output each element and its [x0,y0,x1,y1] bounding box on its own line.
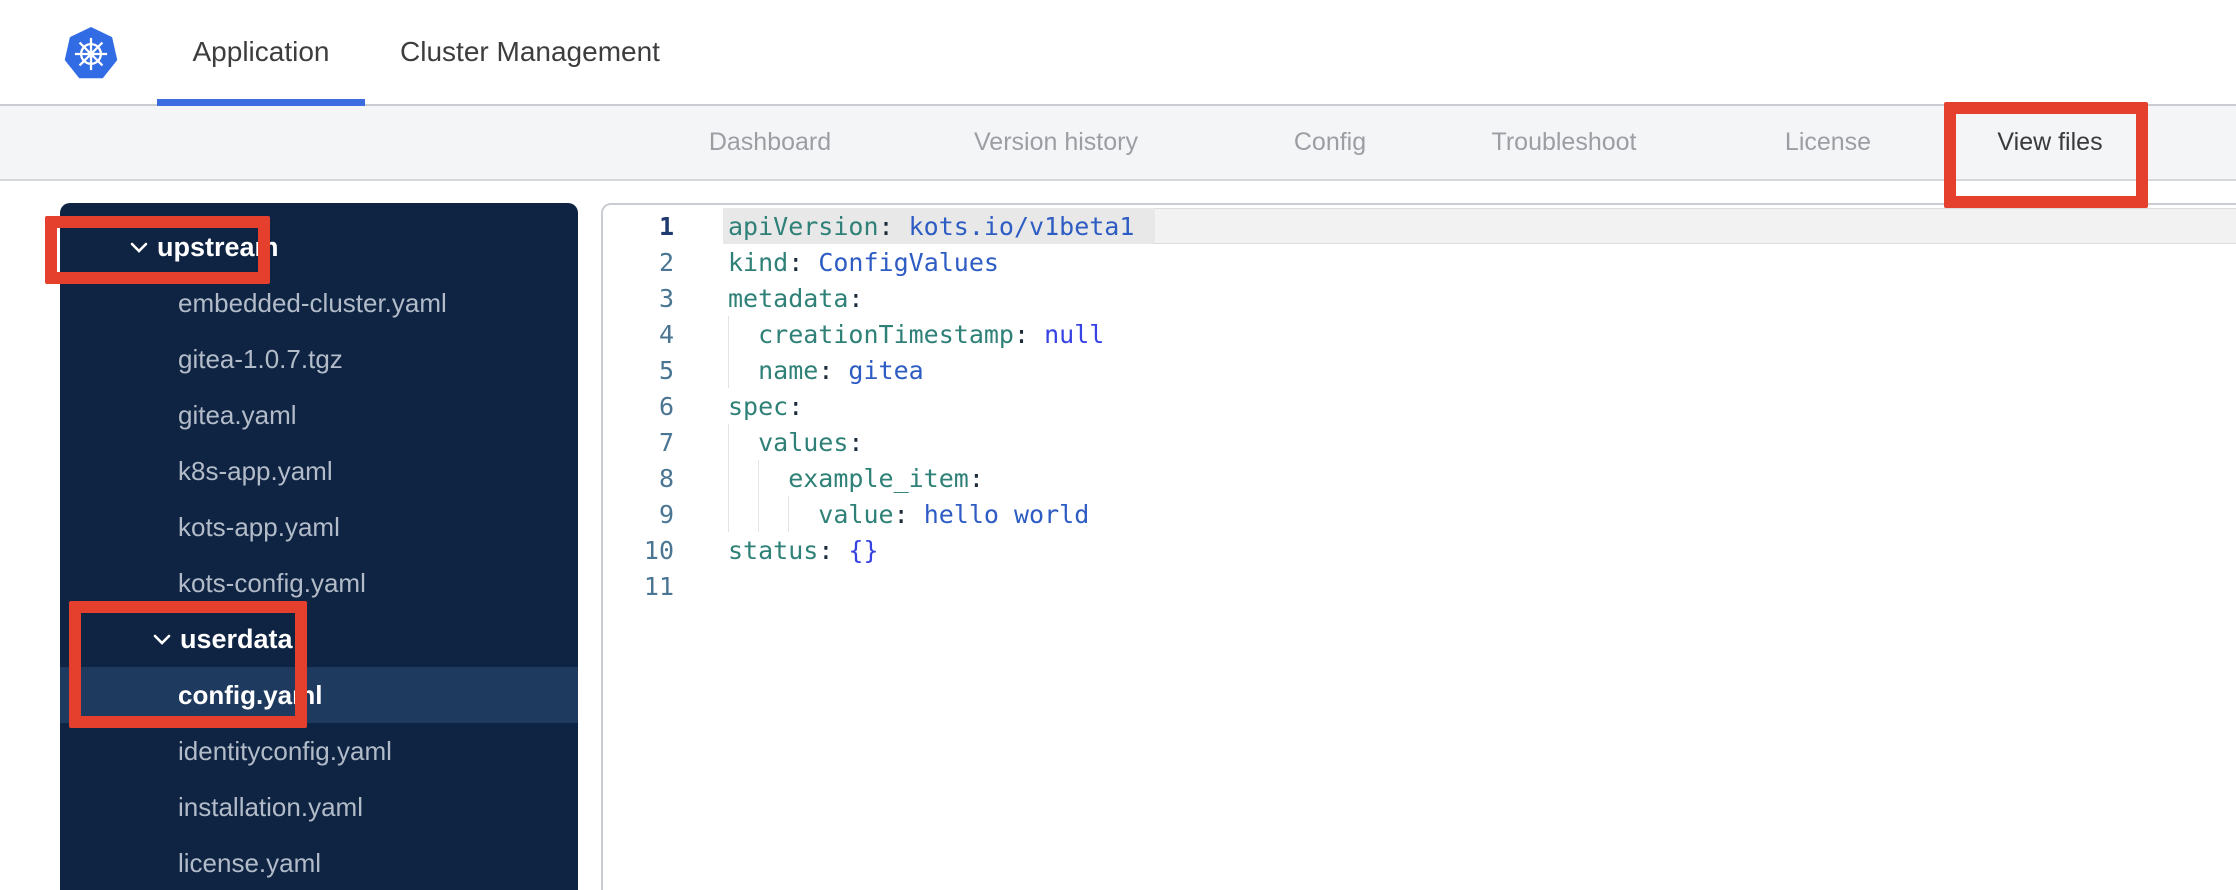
code-line-5: 5 name: gitea [603,352,2236,388]
tree-file-label: license.yaml [178,847,322,878]
tab-version-history-label: Version history [974,128,1138,156]
tree-file-kots-app[interactable]: kots-app.yaml [60,499,578,555]
kots-admin-console: Application Cluster Management Dashboard… [0,0,2236,890]
line-number: 5 [658,355,674,385]
yaml-colon: : [893,499,909,529]
yaml-colon: : [878,211,894,241]
tree-folder-userdata[interactable]: userdata [60,611,578,667]
yaml-colon: : [848,283,864,313]
tree-file-license[interactable]: license.yaml [60,835,578,890]
code-line-1: 1 apiVersion: kots.io/v1beta1 [603,208,2236,244]
top-tab-cluster-management-label: Cluster Management [400,36,660,67]
line-number: 8 [658,463,674,493]
top-tab-cluster-management[interactable]: Cluster Management [382,0,678,104]
line-number: 6 [658,391,674,421]
tree-file-label: config.yaml [178,679,323,710]
yaml-value: gitea [833,355,924,385]
code-line-6: 6 spec: [603,388,2236,424]
yaml-value: kots.io/v1beta1 [893,211,1135,241]
tree-file-label: embedded-cluster.yaml [178,287,447,318]
tab-view-files-label: View files [1997,128,2103,156]
tree-file-label: gitea-1.0.7.tgz [178,343,343,374]
code-line-4: 4 creationTimestamp: null [603,316,2236,352]
line-number: 3 [658,283,674,313]
line-number: 10 [643,535,674,565]
tree-file-label: gitea.yaml [178,399,297,430]
tree-folder-upstream[interactable]: upstream [60,219,578,275]
tree-file-label: kots-config.yaml [178,567,366,598]
code-line-2: 2 kind: ConfigValues [603,244,2236,280]
yaml-key: kind [728,247,789,277]
yaml-key: value [728,499,894,529]
yaml-file-viewer[interactable]: 1 apiVersion: kots.io/v1beta1 2 kind: Co… [601,203,2236,890]
tab-dashboard[interactable]: Dashboard [709,106,831,179]
tree-file-identityconfig[interactable]: identityconfig.yaml [60,723,578,779]
tab-license-label: License [1784,128,1872,156]
yaml-value: hello world [908,499,1090,529]
code-line-10: 10 status: {} [603,532,2236,568]
tree-file-label: kots-app.yaml [178,511,340,542]
yaml-key: creationTimestamp [728,319,1014,349]
line-number: 7 [658,427,674,457]
tab-config-label: Config [1293,128,1367,156]
tree-file-label: identityconfig.yaml [178,735,392,766]
tab-view-files[interactable]: View files [1997,106,2102,179]
tree-file-gitea-tgz[interactable]: gitea-1.0.7.tgz [60,331,578,387]
yaml-key: spec [728,391,789,421]
tree-file-label: installation.yaml [178,791,363,822]
yaml-value: ConfigValues [803,247,999,277]
line-number: 1 [658,211,674,241]
kubernetes-logo-icon [64,27,118,79]
chevron-down-icon [153,634,171,645]
tree-folder-label: userdata [180,623,293,654]
tab-version-history[interactable]: Version history [974,106,1138,179]
code-line-7: 7 values: [603,424,2236,460]
tab-dashboard-label: Dashboard [708,128,832,156]
code-line-8: 8 example_item: [603,460,2236,496]
file-tree: upstream embedded-cluster.yaml gitea-1.0… [60,203,578,890]
tree-file-gitea-yaml[interactable]: gitea.yaml [60,387,578,443]
line-number: 2 [658,247,674,277]
yaml-key: values [728,427,849,457]
yaml-key: metadata [728,283,849,313]
top-tab-application-label: Application [192,36,330,67]
yaml-colon: : [968,463,984,493]
top-tab-application[interactable]: Application [157,0,365,106]
code-line-11: 11 [603,568,2236,604]
line-number: 11 [643,571,674,601]
yaml-colon: : [818,535,834,565]
tree-file-label: k8s-app.yaml [178,455,333,486]
tab-license[interactable]: License [1785,106,1871,179]
yaml-colon: : [1013,319,1030,349]
yaml-empty-object-value: {} [833,535,879,565]
top-nav: Application Cluster Management [0,0,2236,106]
yaml-colon: : [788,247,804,277]
yaml-key: status [728,535,819,565]
yaml-colon: : [818,355,834,385]
yaml-key: example_item [728,463,969,493]
yaml-colon: : [788,391,804,421]
tree-file-embedded-cluster[interactable]: embedded-cluster.yaml [60,275,578,331]
yaml-colon: : [848,427,864,457]
tree-folder-label: upstream [157,231,279,262]
code-line-3: 3 metadata: [603,280,2236,316]
tab-config[interactable]: Config [1294,106,1366,179]
tree-file-installation[interactable]: installation.yaml [60,779,578,835]
yaml-null-value: null [1029,319,1105,349]
code-line-9: 9 value: hello world [603,496,2236,532]
tree-file-kots-config[interactable]: kots-config.yaml [60,555,578,611]
chevron-down-icon [130,242,148,253]
line-number: 9 [658,499,674,529]
tab-troubleshoot[interactable]: Troubleshoot [1492,106,1637,179]
tab-troubleshoot-label: Troubleshoot [1491,128,1637,156]
yaml-key: name [728,355,819,385]
tree-file-config-selected[interactable]: config.yaml [60,667,578,723]
tree-file-k8s-app[interactable]: k8s-app.yaml [60,443,578,499]
line-number: 4 [658,319,674,349]
yaml-key: apiVersion [728,211,879,241]
app-sub-nav: Dashboard Version history Config Trouble… [0,106,2236,287]
